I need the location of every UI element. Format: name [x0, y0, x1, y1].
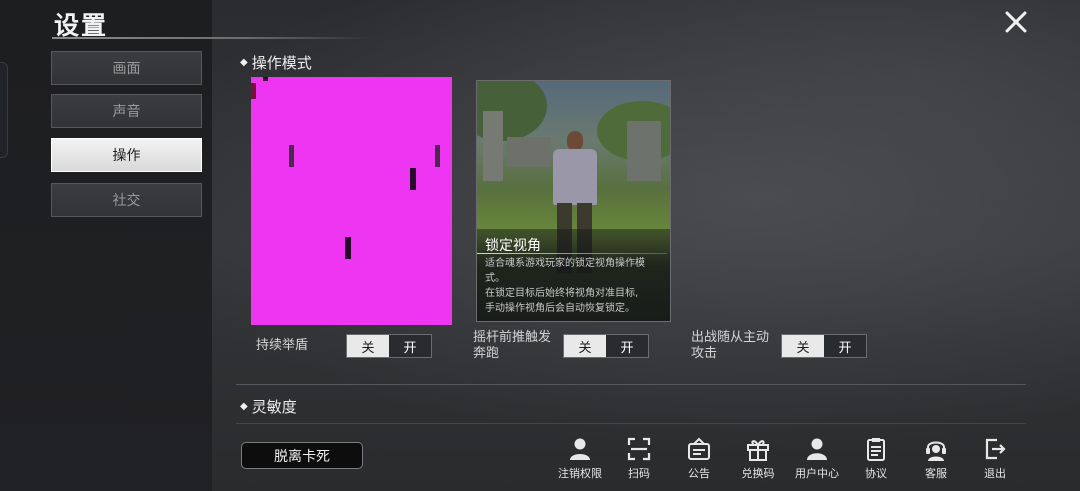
bottom-item-label: 退出: [984, 467, 1006, 480]
sidebar-item-label: 声音: [112, 104, 141, 120]
mode-preview-classic[interactable]: [251, 77, 452, 325]
agreement-button[interactable]: 协议: [846, 436, 906, 484]
bottom-item-label: 注销权限: [558, 467, 602, 480]
toggle-label-shield: 持续举盾: [256, 338, 309, 353]
clipboard-icon: [867, 438, 885, 461]
card-description-line: 在锁定目标后始终将视角对准目标,: [485, 288, 639, 299]
toggle-label-sprint: 摇杆前推触发 奔跑: [473, 330, 551, 362]
bottom-item-label: 扫码: [628, 467, 650, 480]
card-description: 适合魂系游戏玩家的锁定视角操作模 式。 在锁定目标后始终将视角对准目标, 手动操…: [485, 256, 667, 316]
bottom-item-label: 客服: [925, 467, 947, 480]
sidebar-item-sound[interactable]: 声音: [51, 94, 202, 128]
sidebar-item-display[interactable]: 画面: [51, 51, 202, 85]
toggle-sprint[interactable]: 关 开: [563, 334, 649, 358]
bottom-item-label: 用户中心: [795, 467, 839, 480]
card-title-underline: [477, 253, 667, 254]
scene-ruin: [483, 111, 503, 181]
mode-card-lock-view[interactable]: 锁定视角 适合魂系游戏玩家的锁定视角操作模 式。 在锁定目标后始终将视角对准目标…: [476, 80, 671, 322]
exit-stuck-button[interactable]: 脱离卡死: [241, 442, 363, 469]
preview-mark: [251, 83, 256, 99]
close-button[interactable]: [1002, 8, 1030, 36]
preview-mark: [345, 237, 351, 259]
announcement-icon: [688, 437, 710, 460]
card-description-line: 手动操作视角后会自动恢复锁定。: [485, 303, 635, 314]
sidebar-item-label: 操作: [112, 148, 141, 164]
edge-tab[interactable]: [0, 62, 8, 158]
scene-ruin: [507, 137, 551, 167]
user-cancel-icon: [570, 438, 590, 460]
toggle-on-option[interactable]: 开: [824, 335, 866, 357]
headset-icon: [926, 441, 946, 461]
gift-icon: [747, 440, 769, 461]
preview-mark: [289, 145, 294, 167]
exit-button[interactable]: 退出: [965, 436, 1025, 484]
sidebar-item-label: 画面: [112, 61, 141, 77]
character-head: [567, 131, 583, 151]
card-description-line: 式。: [485, 273, 505, 284]
customer-service-button[interactable]: 客服: [906, 436, 966, 484]
card-description-line: 适合魂系游戏玩家的锁定视角操作模: [485, 258, 645, 269]
card-title: 锁定视角: [485, 238, 541, 254]
bottom-item-label: 兑换码: [741, 467, 775, 480]
sidebar-item-social[interactable]: 社交: [51, 183, 202, 217]
toggle-label-line: 摇杆前推触发: [473, 330, 552, 345]
toggle-shield[interactable]: 关 开: [346, 334, 432, 358]
toggle-off-option[interactable]: 关: [564, 335, 606, 357]
scene-ruin: [627, 121, 661, 181]
toggle-off-option[interactable]: 关: [347, 335, 389, 357]
diamond-icon: ◆: [240, 401, 248, 412]
toggle-follower-attack[interactable]: 关 开: [781, 334, 867, 358]
preview-mark: [263, 77, 268, 81]
divider: [236, 423, 1026, 424]
sidebar-item-label: 社交: [112, 193, 141, 209]
diamond-icon: ◆: [240, 57, 248, 68]
scan-icon: [627, 437, 651, 461]
preview-mark: [410, 168, 416, 190]
redeem-code-button[interactable]: 兑换码: [728, 436, 788, 484]
exit-icon: [985, 438, 1006, 460]
section-title: 灵敏度: [251, 398, 297, 416]
sensitivity-header[interactable]: ◆ 灵敏度: [240, 396, 297, 417]
title-underline: [52, 37, 372, 39]
announcement-button[interactable]: 公告: [669, 436, 729, 484]
bottom-item-label: 协议: [865, 467, 887, 480]
logout-permission-button[interactable]: 注销权限: [550, 436, 610, 484]
close-icon: [1005, 11, 1027, 33]
toggle-label-follower-attack: 出战随从主动 攻击: [691, 330, 769, 362]
user-icon: [807, 438, 827, 460]
toggle-label-line: 奔跑: [473, 346, 500, 361]
scan-button[interactable]: 扫码: [609, 436, 669, 484]
toggle-on-option[interactable]: 开: [389, 335, 431, 357]
toggle-label-line: 攻击: [691, 346, 718, 361]
section-title: 操作模式: [251, 54, 312, 72]
bottom-item-label: 公告: [688, 467, 710, 480]
preview-mark: [435, 145, 440, 167]
character-body: [553, 149, 597, 205]
divider: [236, 384, 1026, 385]
sidebar-item-controls[interactable]: 操作: [51, 138, 202, 172]
operation-mode-header: ◆ 操作模式: [240, 52, 312, 73]
toggle-on-option[interactable]: 开: [606, 335, 648, 357]
toggle-off-option[interactable]: 关: [782, 335, 824, 357]
user-center-button[interactable]: 用户中心: [787, 436, 847, 484]
toggle-label-line: 出战随从主动: [691, 330, 770, 345]
